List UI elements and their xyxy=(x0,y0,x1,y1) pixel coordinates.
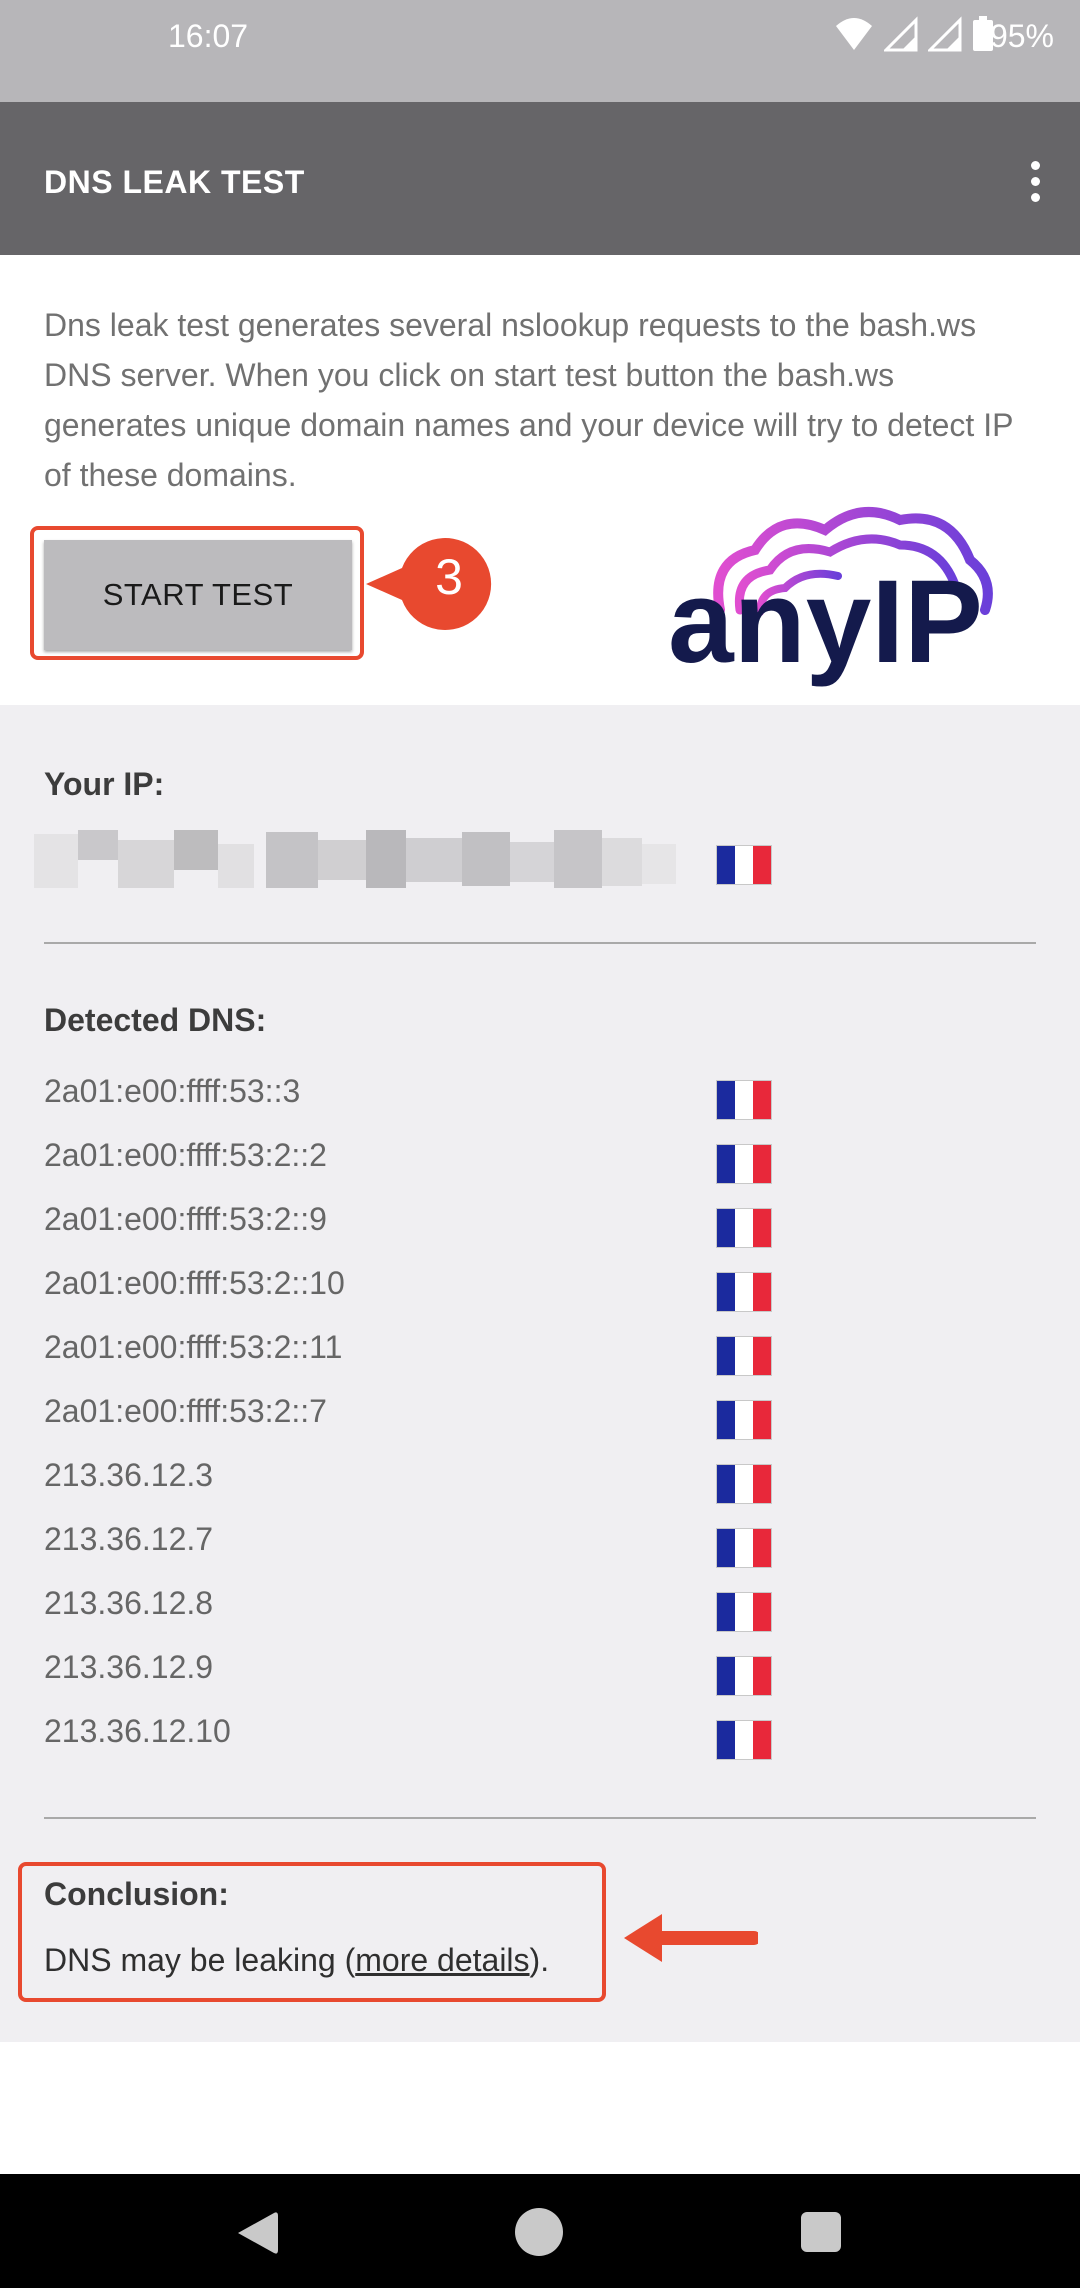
dns-row: 2a01:e00:ffff:53:2::7 xyxy=(0,1385,1080,1449)
dns-server-ip: 2a01:e00:ffff:53:2::7 xyxy=(44,1393,327,1429)
page-title: DNS LEAK TEST xyxy=(44,164,305,200)
dns-row: 213.36.12.9 xyxy=(0,1641,1080,1705)
conclusion-text: DNS may be leaking (more details). xyxy=(44,1942,549,1979)
dns-server-list: 2a01:e00:ffff:53::3 2a01:e00:ffff:53:2::… xyxy=(0,1065,1080,1769)
france-flag-icon xyxy=(716,1720,772,1760)
conclusion-prefix: DNS may be leaking ( xyxy=(44,1942,356,1978)
home-icon[interactable] xyxy=(515,2208,563,2256)
dns-server-ip: 2a01:e00:ffff:53:2::10 xyxy=(44,1265,345,1301)
start-test-button[interactable]: START TEST xyxy=(44,540,352,650)
france-flag-icon xyxy=(716,1400,772,1440)
status-bar: 16:07 95% xyxy=(0,0,1080,102)
more-details-link[interactable]: more details xyxy=(355,1942,529,1978)
dns-server-ip: 213.36.12.8 xyxy=(44,1585,214,1621)
blurred-ip-address xyxy=(34,830,676,888)
status-icons xyxy=(834,16,994,52)
dns-row: 2a01:e00:ffff:53:2::2 xyxy=(0,1129,1080,1193)
dns-row: 213.36.12.8 xyxy=(0,1577,1080,1641)
battery-percent: 95% xyxy=(989,18,1054,54)
dns-row: 2a01:e00:ffff:53:2::9 xyxy=(0,1193,1080,1257)
france-flag-icon xyxy=(716,1592,772,1632)
france-flag-icon xyxy=(716,1528,772,1568)
dns-server-ip: 2a01:e00:ffff:53::3 xyxy=(44,1073,301,1109)
france-flag-icon xyxy=(716,1272,772,1312)
divider xyxy=(44,1817,1036,1819)
your-ip-label: Your IP: xyxy=(44,766,165,802)
logo-text: anyIP xyxy=(668,556,983,688)
france-flag-icon xyxy=(716,1144,772,1184)
cellular-signal-icon xyxy=(928,16,962,52)
conclusion-label: Conclusion: xyxy=(44,1876,229,1912)
status-time: 16:07 xyxy=(168,18,249,54)
wifi-icon xyxy=(836,18,872,50)
recent-apps-icon[interactable] xyxy=(801,2212,841,2252)
arrow-left-icon xyxy=(624,1914,758,1962)
dns-row: 2a01:e00:ffff:53:2::11 xyxy=(0,1321,1080,1385)
france-flag-icon xyxy=(716,1464,772,1504)
dns-server-ip: 2a01:e00:ffff:53:2::11 xyxy=(44,1329,343,1365)
divider xyxy=(44,942,1036,944)
dns-server-ip: 213.36.12.3 xyxy=(44,1457,214,1493)
france-flag-icon xyxy=(716,1080,772,1120)
conclusion-suffix: ). xyxy=(529,1942,550,1978)
step-badge-number: 3 xyxy=(435,549,463,605)
back-icon[interactable] xyxy=(234,2210,280,2256)
detected-dns-label: Detected DNS: xyxy=(44,1002,267,1038)
dns-row: 213.36.12.7 xyxy=(0,1513,1080,1577)
dns-server-ip: 2a01:e00:ffff:53:2::9 xyxy=(44,1201,327,1237)
cellular-signal-icon xyxy=(884,16,918,52)
dns-server-ip: 213.36.12.10 xyxy=(44,1713,231,1749)
france-flag-icon xyxy=(716,1656,772,1696)
dns-row: 2a01:e00:ffff:53::3 xyxy=(0,1065,1080,1129)
dns-row: 213.36.12.10 xyxy=(0,1705,1080,1769)
france-flag-icon xyxy=(716,1336,772,1376)
dns-row: 2a01:e00:ffff:53:2::10 xyxy=(0,1257,1080,1321)
dns-server-ip: 213.36.12.7 xyxy=(44,1521,214,1557)
overflow-menu-icon[interactable] xyxy=(1010,146,1060,216)
dns-server-ip: 2a01:e00:ffff:53:2::2 xyxy=(44,1137,327,1173)
system-nav-bar xyxy=(0,2174,1080,2288)
anyip-logo: anyIP xyxy=(668,507,993,688)
intro-description: Dns leak test generates several nslookup… xyxy=(44,307,1013,493)
france-flag-icon xyxy=(716,845,772,885)
france-flag-icon xyxy=(716,1208,772,1248)
app-bar: DNS LEAK TEST xyxy=(0,102,1080,255)
dns-server-ip: 213.36.12.9 xyxy=(44,1649,214,1685)
dns-row: 213.36.12.3 xyxy=(0,1449,1080,1513)
